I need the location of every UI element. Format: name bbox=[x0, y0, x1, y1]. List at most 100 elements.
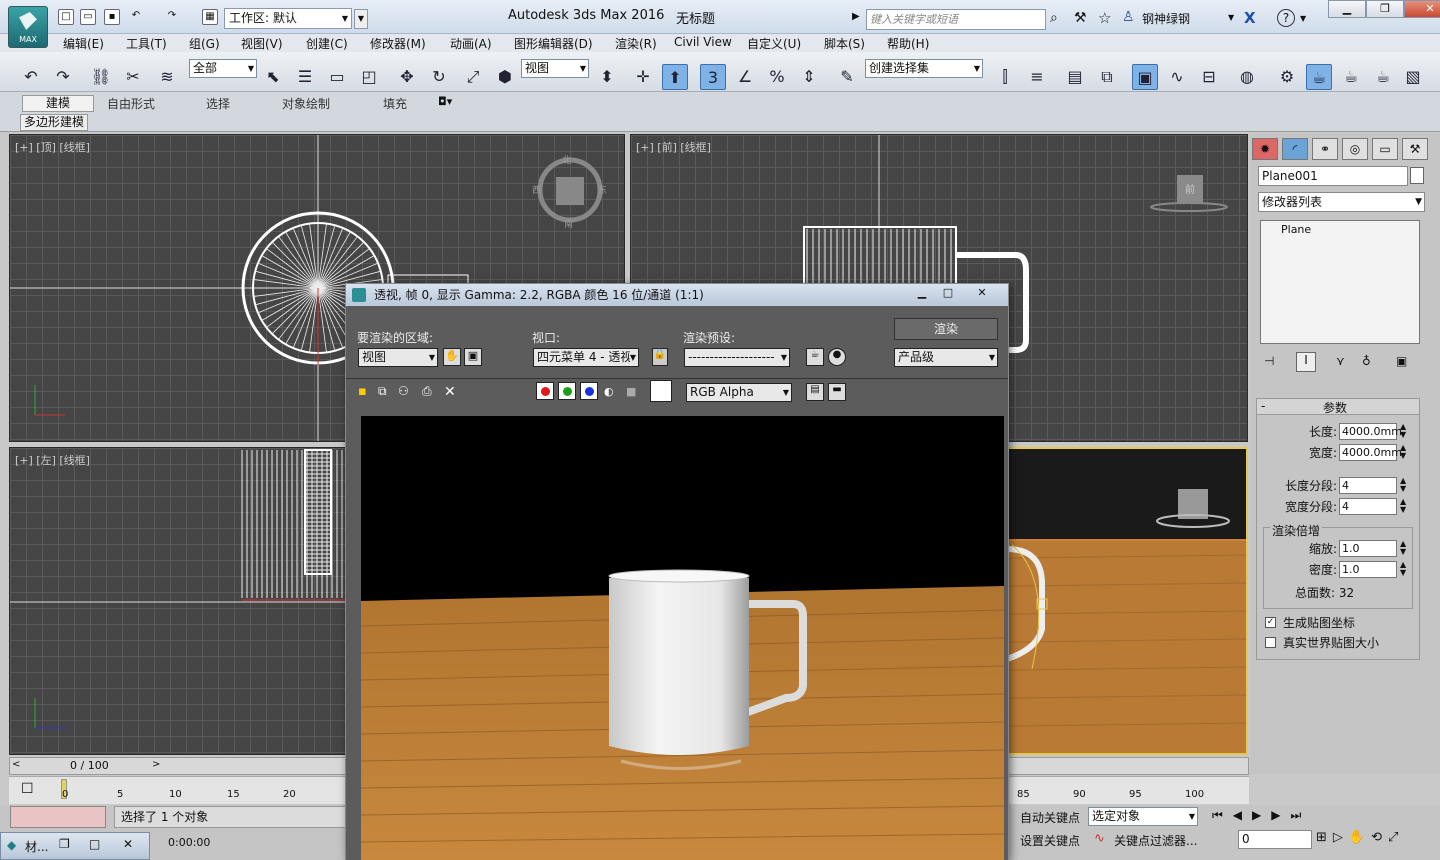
bind-space-warp-icon[interactable]: ≋ bbox=[154, 64, 180, 90]
select-by-name-icon[interactable]: ☰ bbox=[292, 64, 318, 90]
lock-icon[interactable]: 🔒 bbox=[652, 348, 668, 366]
render-production-icon[interactable]: ☕ bbox=[1338, 64, 1364, 90]
undo-icon[interactable]: ↶ bbox=[18, 64, 44, 90]
restore-icon[interactable]: ❐ bbox=[59, 837, 70, 851]
spinner-icon[interactable]: ▲ ▼ bbox=[1400, 444, 1406, 460]
save-image-icon[interactable]: ▪ bbox=[358, 384, 367, 399]
menu-views[interactable]: 视图(V) bbox=[241, 35, 283, 52]
user-icon[interactable]: ♙ bbox=[1122, 9, 1135, 25]
scene-explorer-icon[interactable]: ▣ bbox=[1132, 64, 1158, 90]
menu-help[interactable]: 帮助(H) bbox=[887, 35, 929, 52]
monochrome-icon[interactable]: ■ bbox=[626, 385, 636, 398]
viewcube-west[interactable]: 西 bbox=[532, 183, 541, 196]
mini-curve-editor-icon[interactable]: ☐ bbox=[21, 781, 34, 797]
close-icon[interactable]: ✕ bbox=[1404, 0, 1440, 18]
minimize-icon[interactable]: ▁ bbox=[908, 286, 936, 302]
menu-customize[interactable]: 自定义(U) bbox=[747, 35, 801, 52]
percent-snap-icon[interactable]: % bbox=[764, 64, 790, 90]
save-icon[interactable]: ▪ bbox=[104, 9, 120, 25]
schematic-view-icon[interactable]: ⊟ bbox=[1196, 64, 1222, 90]
menu-scripting[interactable]: 脚本(S) bbox=[824, 35, 865, 52]
hierarchy-tab-icon[interactable]: ⚭ bbox=[1312, 138, 1338, 160]
chevron-down-icon[interactable]: ▼ bbox=[1300, 14, 1306, 23]
blue-channel-toggle[interactable] bbox=[580, 382, 598, 400]
edit-named-selection-icon[interactable]: ✎ bbox=[834, 64, 860, 90]
viewport-nav-controls[interactable]: ⊞▷✋⟲⤢ bbox=[1316, 830, 1404, 845]
viewport-dropdown[interactable]: 四元菜单 4 - 透视 ▼ bbox=[533, 348, 639, 367]
minimize-icon[interactable]: ▁ bbox=[1328, 0, 1366, 18]
keyboard-shortcut-override-icon[interactable]: ⬆ bbox=[662, 64, 688, 90]
object-name-field[interactable]: Plane001 bbox=[1258, 166, 1408, 186]
menu-civil-view[interactable]: Civil View bbox=[674, 35, 732, 49]
gen-mapping-checkbox[interactable]: ✓ bbox=[1265, 617, 1276, 628]
ribbon-options-icon[interactable]: ◘▾ bbox=[438, 95, 452, 108]
key-filters-button[interactable]: 关键点过滤器... bbox=[1114, 832, 1197, 849]
menu-group[interactable]: 组(G) bbox=[189, 35, 220, 52]
layer-explorer-icon[interactable]: ▤ bbox=[1062, 64, 1088, 90]
length-segs-input[interactable]: 4 bbox=[1339, 477, 1397, 494]
width-segs-input[interactable]: 4 bbox=[1339, 498, 1397, 515]
viewcube-south[interactable]: 南 bbox=[564, 217, 573, 230]
spinner-icon[interactable]: ▲ ▼ bbox=[1400, 498, 1406, 514]
binoculars-icon[interactable]: ⌕ bbox=[1050, 10, 1058, 26]
ribbon-tab-modeling[interactable]: 建模 bbox=[22, 95, 94, 112]
workspace-dropdown[interactable]: 工作区: 默认 ▼ bbox=[224, 8, 352, 29]
menu-rendering[interactable]: 渲染(R) bbox=[615, 35, 657, 52]
object-color-swatch[interactable] bbox=[1410, 167, 1424, 184]
angle-snap-icon[interactable]: ∠ bbox=[732, 64, 758, 90]
ribbon-tab-object-paint[interactable]: 对象绘制 bbox=[282, 95, 330, 112]
collapse-icon[interactable]: - bbox=[1261, 399, 1265, 413]
curve-editor-icon[interactable]: ∿ bbox=[1164, 64, 1190, 90]
rect-selection-icon[interactable]: ▭ bbox=[324, 64, 350, 90]
redo-icon[interactable]: ↷ bbox=[164, 9, 180, 25]
motion-tab-icon[interactable]: ◎ bbox=[1342, 138, 1368, 160]
window-crossing-icon[interactable]: ◰ bbox=[356, 64, 382, 90]
density-input[interactable]: 1.0 bbox=[1339, 561, 1397, 578]
quick-access-dropdown[interactable]: ▼ bbox=[354, 9, 368, 29]
polygon-modeling-panel[interactable]: 多边形建模 bbox=[20, 114, 88, 131]
clear-image-icon[interactable]: ✕ bbox=[444, 384, 456, 400]
set-key-button[interactable]: 设置关键点 bbox=[1020, 832, 1080, 849]
subscription-icon[interactable]: ⚒ bbox=[1074, 10, 1087, 26]
playback-controls[interactable]: ⏮◀▶▶⏭ bbox=[1212, 808, 1311, 823]
green-channel-toggle[interactable] bbox=[558, 382, 576, 400]
render-setup-icon[interactable]: ☕ bbox=[806, 348, 824, 366]
spinner-icon[interactable]: ▲ ▼ bbox=[1400, 561, 1406, 577]
reference-coordinate-dropdown[interactable]: 视图 ▼ bbox=[521, 59, 589, 78]
rendered-frame-window-icon[interactable]: ☕ bbox=[1306, 64, 1332, 90]
pivot-center-icon[interactable]: ⬍ bbox=[594, 64, 620, 90]
utilities-tab-icon[interactable]: ⚒ bbox=[1402, 138, 1428, 160]
place-icon[interactable]: ⬢ bbox=[492, 64, 518, 90]
help-icon[interactable]: ? bbox=[1277, 9, 1295, 27]
create-tab-icon[interactable]: ✹ bbox=[1252, 138, 1278, 160]
auto-key-button[interactable]: 自动关键点 bbox=[1020, 809, 1080, 826]
scale-icon[interactable]: ⤢ bbox=[460, 64, 486, 90]
display-channel-dropdown[interactable]: RGB Alpha ▼ bbox=[686, 383, 792, 402]
render-a360-icon[interactable]: ▧ bbox=[1400, 64, 1426, 90]
chevron-down-icon[interactable]: ▼ bbox=[1228, 13, 1234, 22]
spinner-snap-icon[interactable]: ⇕ bbox=[796, 64, 822, 90]
menu-edit[interactable]: 编辑(E) bbox=[63, 35, 104, 52]
maximize-icon[interactable]: □ bbox=[934, 286, 962, 302]
render-preset-dropdown[interactable]: -------------------- ▼ bbox=[684, 348, 790, 367]
menu-graph-editors[interactable]: 图形编辑器(D) bbox=[514, 35, 593, 52]
favorites-star-icon[interactable]: ☆ bbox=[1098, 9, 1111, 27]
render-button[interactable]: 渲染 bbox=[894, 318, 998, 340]
minimized-window-material[interactable]: ◆ 材... ❐ □ ✕ bbox=[0, 832, 150, 860]
ribbon-tab-freeform[interactable]: 自由形式 bbox=[107, 95, 155, 112]
viewcube-north[interactable]: 北 bbox=[562, 153, 571, 166]
render-iterative-icon[interactable]: ☕ bbox=[1370, 64, 1396, 90]
length-input[interactable]: 4000.0mm bbox=[1339, 423, 1402, 440]
maximize-icon[interactable]: □ bbox=[89, 837, 100, 851]
red-channel-toggle[interactable] bbox=[536, 382, 554, 400]
rotate-icon[interactable]: ↻ bbox=[426, 64, 452, 90]
ribbon-toggle-icon[interactable]: ⧉ bbox=[1094, 64, 1120, 90]
named-selection-set-dropdown[interactable]: 创建选择集 ▼ bbox=[865, 59, 983, 78]
spinner-icon[interactable]: ▲ ▼ bbox=[1400, 477, 1406, 493]
viewcube-front[interactable]: 前 bbox=[1185, 181, 1195, 196]
alpha-channel-icon[interactable]: ◐ bbox=[604, 385, 614, 398]
select-object-icon[interactable]: ⬉ bbox=[260, 64, 286, 90]
move-icon[interactable]: ✥ bbox=[394, 64, 420, 90]
close-icon[interactable]: ✕ bbox=[123, 837, 133, 851]
unlink-icon[interactable]: ✂ bbox=[120, 64, 146, 90]
